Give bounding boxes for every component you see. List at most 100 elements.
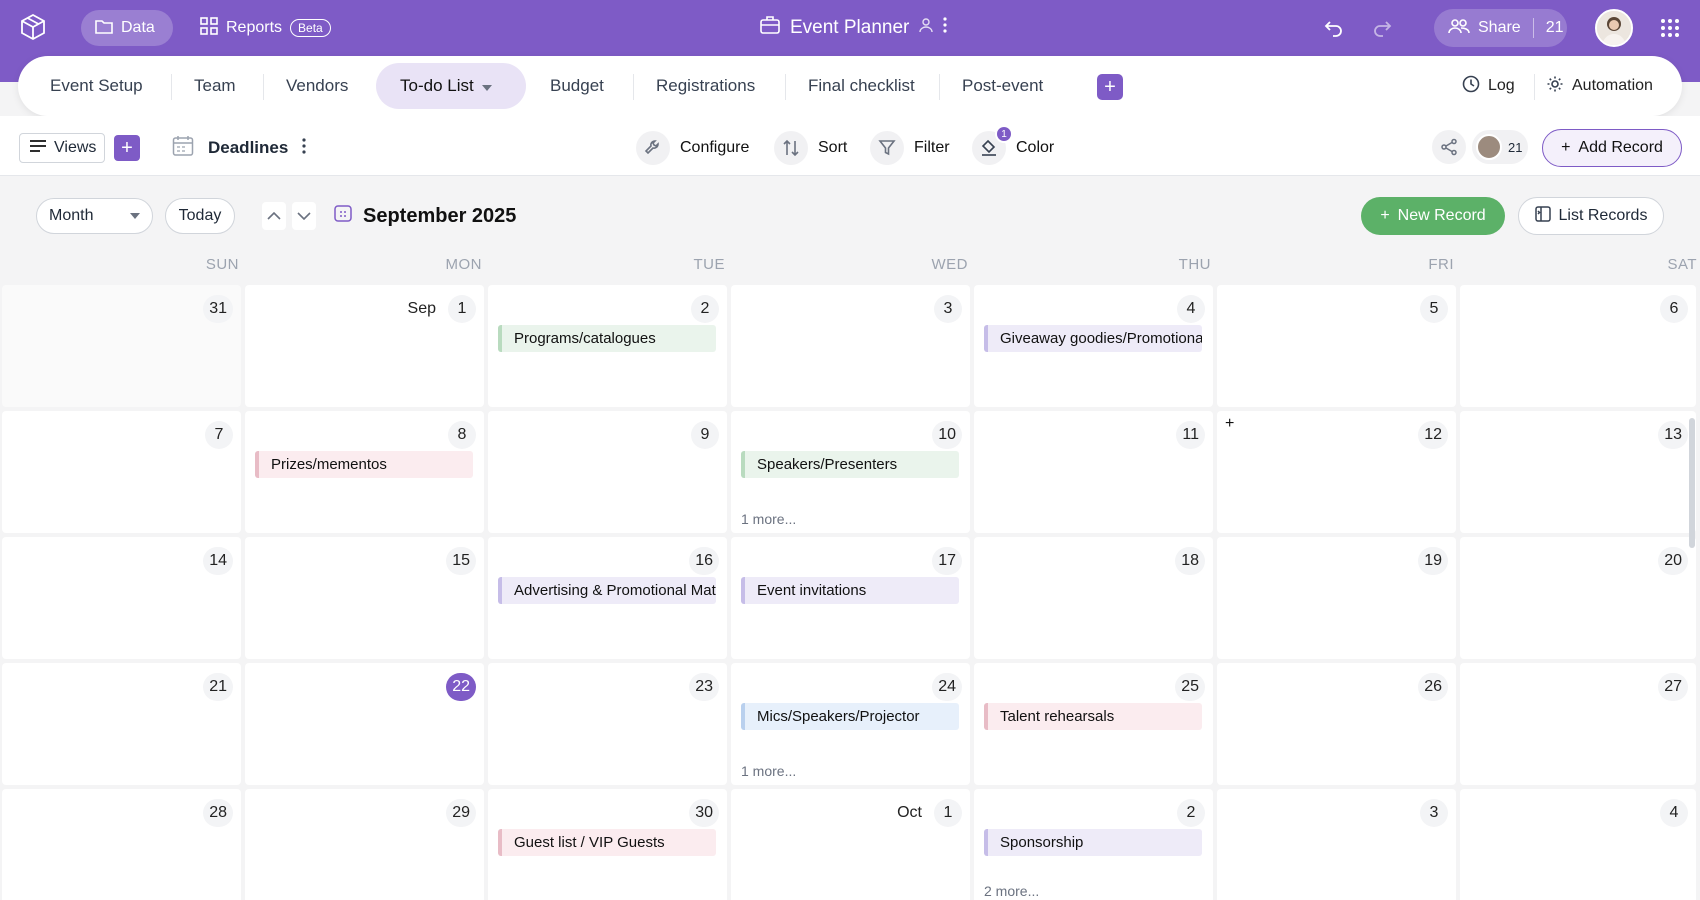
- calendar-day-cell[interactable]: 30 Guest list / VIP Guests: [488, 789, 727, 900]
- filter-button[interactable]: Filter: [870, 130, 950, 166]
- calendar-day-cell[interactable]: 27: [1460, 663, 1696, 785]
- calendar-day-cell[interactable]: 28: [2, 789, 241, 900]
- calendar-month-title[interactable]: September 2025: [333, 198, 516, 234]
- calendar-day-cell[interactable]: 26: [1217, 663, 1456, 785]
- calendar-event[interactable]: Talent rehearsals: [984, 703, 1202, 730]
- more-vertical-icon[interactable]: [302, 137, 306, 159]
- calendar-mode-select[interactable]: Month: [36, 198, 153, 234]
- tab-registrations[interactable]: Registrations: [656, 56, 755, 116]
- calendar-day-cell[interactable]: 2 Programs/catalogues: [488, 285, 727, 407]
- tab-budget[interactable]: Budget: [550, 56, 604, 116]
- day-number: 18: [1175, 547, 1205, 575]
- configure-button[interactable]: Configure: [636, 130, 749, 166]
- share-button[interactable]: Share 21: [1434, 9, 1567, 47]
- share-view-icon[interactable]: [1432, 130, 1466, 164]
- calendar-day-cell[interactable]: 13: [1460, 411, 1696, 533]
- calendar-day-cell[interactable]: 15: [245, 537, 484, 659]
- calendar-day-cell[interactable]: 23: [488, 663, 727, 785]
- color-button[interactable]: 1 Color: [972, 125, 1054, 166]
- calendar-event[interactable]: Prizes/mementos: [255, 451, 473, 478]
- day-number: 28: [203, 799, 233, 827]
- add-tab-button[interactable]: +: [1097, 74, 1123, 100]
- redo-icon[interactable]: [1370, 16, 1394, 40]
- calendar-day-cell[interactable]: 4Giveaway goodies/Promotional items: [974, 285, 1213, 407]
- calendar-day-cell[interactable]: 8 Prizes/mementos: [245, 411, 484, 533]
- next-month-button[interactable]: [292, 202, 316, 230]
- user-lock-icon[interactable]: [919, 17, 934, 39]
- more-vertical-icon[interactable]: [943, 17, 947, 39]
- sort-button[interactable]: Sort: [774, 130, 847, 166]
- tab-event-setup[interactable]: Event Setup: [50, 56, 143, 116]
- apps-grid-icon[interactable]: [1660, 18, 1680, 38]
- calendar-event[interactable]: Programs/catalogues: [498, 325, 716, 352]
- tab-team[interactable]: Team: [194, 56, 236, 116]
- caret-down-icon[interactable]: [481, 76, 492, 96]
- calendar-day-cell[interactable]: +12: [1217, 411, 1456, 533]
- color-count-badge: 1: [995, 125, 1013, 143]
- calendar-event[interactable]: Event invitations: [741, 577, 959, 604]
- automation-button[interactable]: Automation: [1546, 56, 1653, 116]
- tab-vendors[interactable]: Vendors: [286, 56, 348, 116]
- calendar-day-cell[interactable]: 17 Event invitations: [731, 537, 970, 659]
- more-events-link[interactable]: 2 more...: [984, 883, 1039, 899]
- calendar-day-cell[interactable]: 19: [1217, 537, 1456, 659]
- calendar-day-cell[interactable]: 2 Sponsorship 2 more...: [974, 789, 1213, 900]
- calendar-day-cell[interactable]: 6: [1460, 285, 1696, 407]
- calendar-event[interactable]: Advertising & Promotional Materials: [498, 577, 716, 604]
- calendar-day-cell[interactable]: 1 Sep: [245, 285, 484, 407]
- calendar-day-cell[interactable]: 10 Speakers/Presenters 1 more...: [731, 411, 970, 533]
- new-record-button[interactable]: + New Record: [1361, 197, 1505, 235]
- calendar-day-cell[interactable]: 18: [974, 537, 1213, 659]
- calendar-day-cell[interactable]: 29: [245, 789, 484, 900]
- calendar-day-cell[interactable]: 24 Mics/Speakers/Projector 1 more...: [731, 663, 970, 785]
- more-events-link[interactable]: 1 more...: [741, 763, 796, 779]
- views-button[interactable]: Views: [19, 133, 105, 163]
- calendar-day-cell[interactable]: 3: [731, 285, 970, 407]
- calendar-day-cell[interactable]: 3: [1217, 789, 1456, 900]
- app-title[interactable]: Event Planner: [760, 10, 947, 46]
- month-title-text: September 2025: [363, 204, 517, 227]
- day-number: 24: [932, 673, 962, 701]
- current-view[interactable]: Deadlines: [172, 130, 306, 166]
- calendar-day-cell[interactable]: 20: [1460, 537, 1696, 659]
- calendar-day-cell[interactable]: 5: [1217, 285, 1456, 407]
- nav-reports-button[interactable]: Reports Beta: [200, 10, 331, 46]
- calendar-day-cell[interactable]: 7: [2, 411, 241, 533]
- today-button[interactable]: Today: [165, 198, 235, 234]
- tab-todo-list[interactable]: To-do List: [376, 63, 526, 109]
- tab-final-checklist[interactable]: Final checklist: [808, 56, 915, 116]
- add-record-in-day-icon[interactable]: +: [1225, 415, 1234, 433]
- previous-month-button[interactable]: [262, 202, 286, 230]
- collaborator-avatar: [1476, 134, 1502, 160]
- calendar-day-cell[interactable]: 16Advertising & Promotional Materials: [488, 537, 727, 659]
- calendar-day-cell[interactable]: 11: [974, 411, 1213, 533]
- calendar-day-cell[interactable]: 9: [488, 411, 727, 533]
- calendar-event[interactable]: Sponsorship: [984, 829, 1202, 856]
- vertical-scrollbar[interactable]: [1689, 418, 1695, 548]
- user-avatar[interactable]: [1595, 9, 1633, 47]
- day-number: 2: [691, 295, 719, 323]
- calendar-day-cell[interactable]: 22: [245, 663, 484, 785]
- calendar-event[interactable]: Giveaway goodies/Promotional items: [984, 325, 1202, 352]
- nav-data-button[interactable]: Data: [81, 10, 173, 46]
- add-view-button[interactable]: +: [114, 135, 140, 161]
- view-toolbar: Views + Deadlines Configure Sort Filter …: [0, 116, 1700, 176]
- list-records-button[interactable]: List Records: [1518, 197, 1664, 235]
- log-button[interactable]: Log: [1462, 56, 1515, 116]
- calendar-event[interactable]: Mics/Speakers/Projector: [741, 703, 959, 730]
- collaborators-indicator[interactable]: 21: [1472, 130, 1528, 164]
- calendar-day-cell[interactable]: 1 Oct: [731, 789, 970, 900]
- calendar-day-cell[interactable]: 31: [2, 285, 241, 407]
- undo-icon[interactable]: [1322, 16, 1346, 40]
- more-events-link[interactable]: 1 more...: [741, 511, 796, 527]
- tab-post-event[interactable]: Post-event: [962, 56, 1043, 116]
- calendar-day-cell[interactable]: 14: [2, 537, 241, 659]
- calendar-event[interactable]: Speakers/Presenters: [741, 451, 959, 478]
- add-record-button[interactable]: + Add Record: [1542, 129, 1682, 167]
- calendar-day-cell[interactable]: 21: [2, 663, 241, 785]
- calendar-event[interactable]: Guest list / VIP Guests: [498, 829, 716, 856]
- calendar-day-cell[interactable]: 4: [1460, 789, 1696, 900]
- tab-divider: [263, 74, 264, 100]
- calendar-day-cell[interactable]: 25 Talent rehearsals: [974, 663, 1213, 785]
- app-logo-icon[interactable]: [18, 12, 48, 42]
